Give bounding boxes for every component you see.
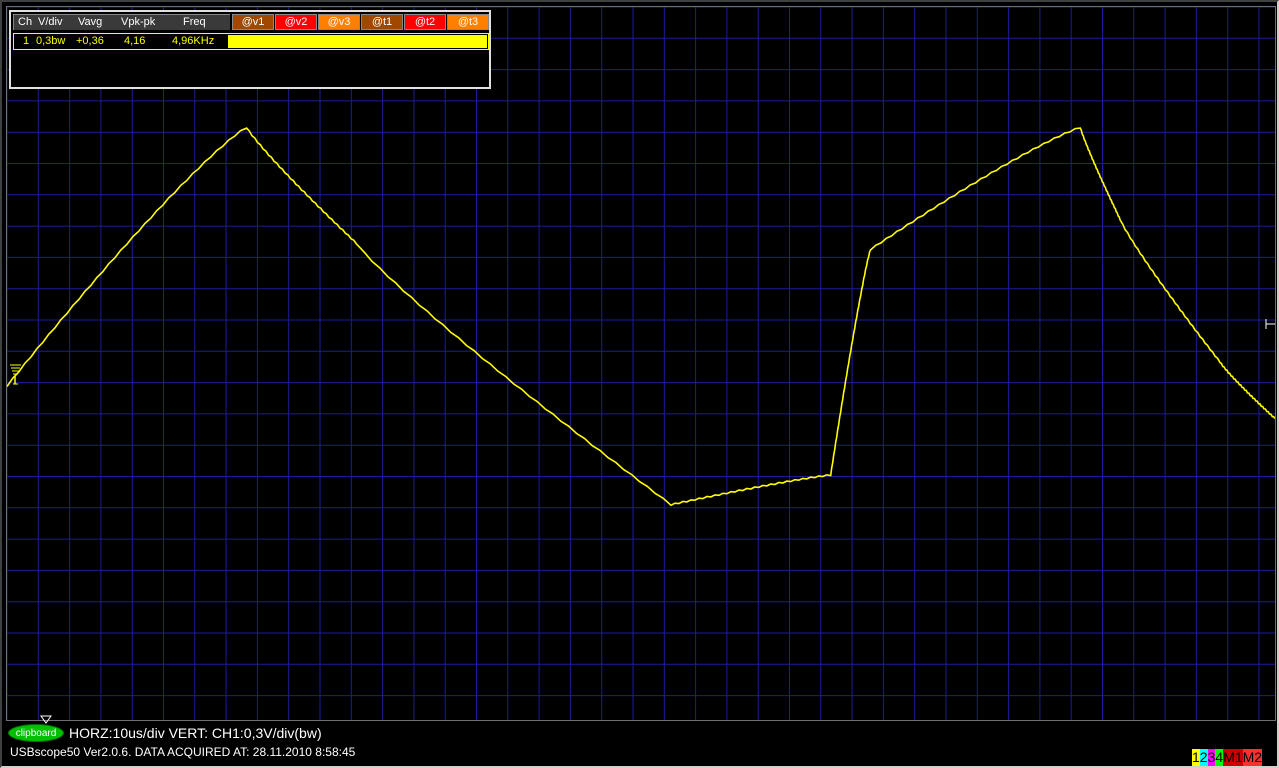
scope-canvas [7, 7, 1275, 720]
scope-window: Ch V/div Vavg Vpk-pk Freq @v1 @v2 @v3 @t1 @t… [0, 0, 1279, 768]
row-vavg: +0,36 [76, 35, 104, 47]
cursor-button-t3[interactable]: @t3 [447, 14, 489, 30]
channel-select-1[interactable]: 1 [1192, 749, 1200, 766]
channel-select-m1[interactable]: M1 [1223, 749, 1243, 766]
header-vdiv: V/div [38, 16, 63, 28]
channel-select-m2[interactable]: M2 [1242, 749, 1263, 766]
right-offset-marker[interactable] [1264, 318, 1276, 330]
channel-selector: 1 2 3 4 M1 M2 [1192, 749, 1263, 766]
header-ch: Ch [18, 16, 33, 28]
header-vpkpk: Vpk-pk [121, 16, 156, 28]
status-text: USBscope50 Ver2.0.6. DATA ACQUIRED AT: 2… [10, 745, 356, 759]
channel-select-2[interactable]: 2 [1199, 749, 1208, 766]
row-vdiv: 0,3bw [36, 35, 66, 47]
trigger-level-marker[interactable] [9, 363, 23, 387]
cursor-button-v3[interactable]: @v3 [318, 14, 360, 30]
trigger-level-icon [10, 364, 21, 385]
header-vavg: Vavg [78, 16, 103, 28]
cursor-button-t2[interactable]: @t2 [404, 14, 446, 30]
measurement-header: Ch V/div Vavg Vpk-pk Freq @v1 @v2 @v3 @t1 @t… [13, 14, 489, 30]
channel-color-bar [228, 35, 487, 48]
clipboard-button[interactable]: clipboard [8, 724, 64, 742]
cursor-button-t1[interactable]: @t1 [361, 14, 403, 30]
settings-text: HORZ:10us/div VERT: CH1:0,3V/div(bw) [69, 725, 322, 741]
channel-select-3[interactable]: 3 [1207, 749, 1216, 766]
row-vpkpk: 4,16 [124, 35, 146, 47]
signal-trace [7, 127, 1275, 507]
measurement-panel: Ch V/div Vavg Vpk-pk Freq @v1 @v2 @v3 @t1 @t… [9, 10, 491, 89]
measurement-row-info: 1 0,3bw +0,36 4,16 4,96KHz [14, 34, 226, 49]
cursor-button-v2[interactable]: @v2 [275, 14, 317, 30]
cursor-button-v1[interactable]: @v1 [232, 14, 274, 30]
header-freq: Freq [183, 16, 206, 28]
right-marker-icon [1265, 319, 1275, 329]
trigger-position-marker[interactable] [40, 712, 52, 724]
scope-display[interactable] [6, 6, 1276, 721]
grid [7, 7, 1275, 720]
measurement-row-ch1[interactable]: 1 0,3bw +0,36 4,16 4,96KHz [13, 33, 489, 50]
row-ch: 1 [23, 35, 30, 47]
row-freq: 4,96KHz [172, 35, 215, 47]
channel-select-4[interactable]: 4 [1215, 749, 1224, 766]
